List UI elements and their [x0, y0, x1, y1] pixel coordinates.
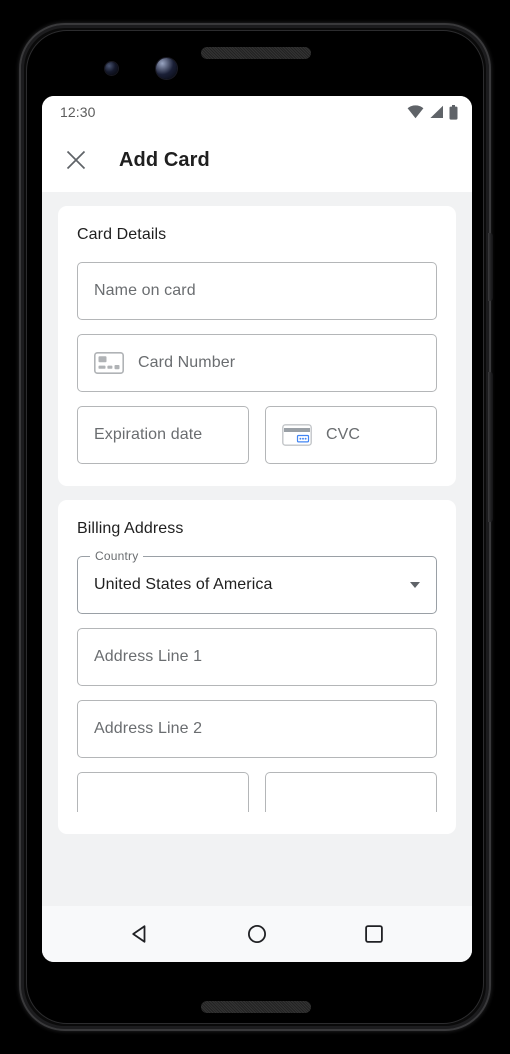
country-label: Country	[90, 549, 144, 563]
expiration-date-input[interactable]: Expiration date	[77, 406, 249, 464]
earpiece-speaker	[201, 47, 311, 59]
phone-device-frame: 12:30 Add Card Card Details Name on card…	[19, 23, 493, 1031]
status-bar-icons	[407, 104, 458, 120]
card-details-panel: Card Details Name on card Card Number Ex…	[58, 206, 456, 486]
clipped-fields-row	[77, 772, 437, 812]
address-line-2-placeholder: Address Line 2	[94, 720, 203, 737]
phone-screen: 12:30 Add Card Card Details Name on card…	[42, 96, 472, 962]
cvc-card-icon	[282, 424, 312, 446]
wifi-icon	[407, 105, 424, 119]
app-bar: Add Card	[42, 128, 472, 192]
card-details-title: Card Details	[77, 226, 167, 243]
address-line-1-input[interactable]: Address Line 1	[77, 628, 437, 686]
clipped-field-right[interactable]	[265, 772, 437, 812]
credit-card-icon	[94, 352, 124, 374]
android-navigation-bar	[42, 906, 472, 962]
cvc-placeholder: CVC	[326, 426, 361, 443]
clipped-field-left[interactable]	[77, 772, 249, 812]
country-value: United States of America	[94, 576, 273, 593]
billing-address-title: Billing Address	[77, 520, 184, 537]
country-select[interactable]: Country United States of America	[77, 549, 437, 614]
back-triangle-icon	[132, 925, 146, 943]
cvc-input[interactable]: CVC	[265, 406, 437, 464]
nav-home-button[interactable]	[235, 912, 279, 956]
battery-icon	[449, 104, 458, 120]
form-scroll-area[interactable]: Card Details Name on card Card Number Ex…	[42, 192, 472, 906]
page-title: Add Card	[119, 148, 210, 171]
camera-lens-small-icon	[105, 62, 118, 75]
nav-back-button[interactable]	[118, 912, 162, 956]
volume-rocker-button[interactable]	[488, 372, 493, 522]
chevron-down-icon	[410, 582, 420, 588]
close-button[interactable]	[59, 143, 93, 177]
close-icon	[66, 150, 86, 170]
home-circle-icon	[247, 924, 266, 944]
name-on-card-placeholder: Name on card	[94, 282, 196, 299]
billing-address-panel: Billing Address Country United States of…	[58, 500, 456, 834]
status-bar: 12:30	[42, 96, 472, 128]
nav-recents-button[interactable]	[352, 912, 396, 956]
power-button[interactable]	[488, 233, 493, 301]
bottom-speaker	[201, 1001, 311, 1013]
card-number-input[interactable]: Card Number	[77, 334, 437, 392]
card-number-placeholder: Card Number	[138, 354, 236, 371]
name-on-card-input[interactable]: Name on card	[77, 262, 437, 320]
status-bar-clock: 12:30	[60, 104, 96, 120]
camera-lens-large-icon	[156, 58, 177, 79]
expiry-cvc-row: Expiration date CVC	[77, 406, 437, 464]
address-line-1-placeholder: Address Line 1	[94, 648, 203, 665]
recents-square-icon	[364, 925, 383, 943]
expiration-date-placeholder: Expiration date	[94, 426, 203, 443]
cell-signal-icon	[430, 105, 443, 118]
address-line-2-input[interactable]: Address Line 2	[77, 700, 437, 758]
